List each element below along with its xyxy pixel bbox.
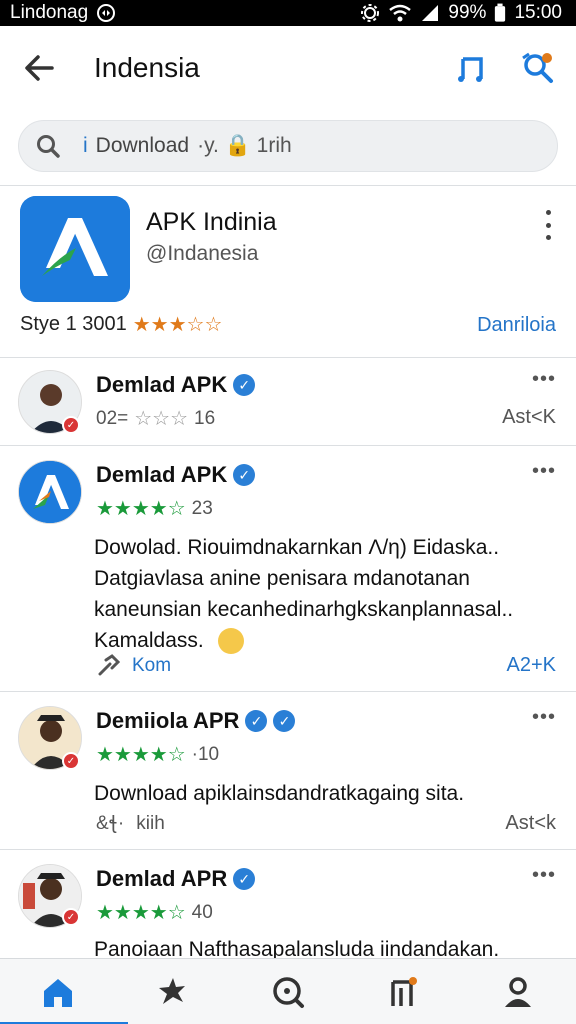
- more-horizontal-icon[interactable]: •••: [532, 368, 556, 391]
- battery-label: 99%: [448, 2, 487, 23]
- review-action[interactable]: Ast<k: [505, 812, 556, 835]
- carrier-label: Lindonag: [10, 2, 89, 23]
- status-bar: Lindonag 99% 15:00: [0, 0, 576, 26]
- search-hint: ·y. 🔒 1rih: [197, 134, 292, 157]
- search-settings-icon: [522, 52, 553, 83]
- rating-count: ·10: [191, 743, 220, 765]
- rating-count: 23: [191, 497, 213, 519]
- nav-profile[interactable]: [488, 962, 548, 1022]
- rating-stars: ★★★★☆: [96, 744, 186, 766]
- verified-icon: ✓: [233, 464, 256, 486]
- more-vertical-icon[interactable]: [538, 210, 558, 240]
- review-action[interactable]: Ast<K: [502, 406, 556, 429]
- review-footer[interactable]: &ꞎ· kiih: [96, 812, 165, 835]
- signal-icon: [422, 5, 439, 21]
- review-text: Panoiaan Nafthasapalansluda iindandakan.: [94, 938, 500, 958]
- library-icon: [391, 976, 418, 1006]
- app-meta: Stye 1 3001 ★★★☆☆: [20, 312, 222, 337]
- app-logo: [20, 196, 130, 302]
- app-rating-stars: ★★★☆☆: [132, 314, 223, 336]
- review-body: Dowolad. Riouimdnakarnkan Λ/η) Eidaska..…: [94, 536, 514, 652]
- discover-icon: [273, 976, 304, 1008]
- rating-count: 16: [194, 407, 216, 429]
- back-button[interactable]: [18, 47, 60, 89]
- review-rating: ★★★★☆ 23: [96, 496, 213, 521]
- search-prefix: i: [83, 134, 88, 157]
- reviewer-name-text: Demlad APK: [96, 372, 228, 397]
- nav-home[interactable]: [0, 962, 128, 1024]
- verified-icon: ✓: [273, 710, 296, 732]
- profile-icon: [505, 976, 532, 1007]
- more-horizontal-icon[interactable]: •••: [532, 706, 556, 729]
- app-name: APK Indinia: [146, 208, 277, 236]
- verified-icon: ✓: [233, 374, 256, 396]
- search-text: Download: [95, 134, 190, 157]
- nav-library[interactable]: [373, 962, 433, 1022]
- review-item: Demlad APK ✓ ★★★★☆ 23 ••• Dowolad. Rioui…: [0, 446, 576, 692]
- review-rating: ★★★★☆ 40: [96, 900, 213, 925]
- search-settings-button[interactable]: [516, 46, 560, 90]
- review-footer[interactable]: Kom: [96, 654, 171, 678]
- wifi-icon: [389, 4, 412, 22]
- search-area: i Download ·y. 🔒 1rih: [0, 110, 576, 186]
- reviewer-name: Demlad APK ✓: [96, 372, 256, 398]
- review-item: ✓ Demlad APR ✓ ★★★★☆ 40 ••• Panoiaan Naf…: [0, 850, 576, 958]
- reviewer-name: Demiiola APR ✓ ✓: [96, 708, 296, 734]
- review-text: Download apiklainsdandratkagaing sita.: [94, 782, 465, 805]
- review-action[interactable]: A2+K: [507, 654, 556, 677]
- page-title: Indensia: [94, 52, 200, 83]
- footer-label: kiih: [136, 812, 165, 834]
- verified-icon: ✓: [233, 868, 256, 890]
- back-arrow-icon: [25, 55, 54, 81]
- link-icon: [98, 654, 120, 676]
- nav-featured[interactable]: [143, 962, 203, 1022]
- reviewer-name-text: Demlad APK: [96, 462, 228, 487]
- search-input[interactable]: i Download ·y. 🔒 1rih: [18, 120, 558, 172]
- app-download-link[interactable]: Danriloia: [477, 314, 556, 337]
- avatar[interactable]: [18, 460, 82, 524]
- rating-text: 02=: [96, 407, 129, 429]
- review-item: ✓ Demlad APK ✓ 02= ☆☆☆ 16 ••• Ast<K: [0, 358, 576, 446]
- reviewer-name-text: Demlad APR: [96, 866, 228, 891]
- music-button[interactable]: [450, 46, 494, 90]
- footer-label: Kom: [132, 655, 172, 676]
- more-horizontal-icon[interactable]: •••: [532, 864, 556, 887]
- app-meta-text: Stye 1 3001: [20, 313, 127, 335]
- home-icon: [43, 978, 72, 1007]
- search-icon: [37, 135, 60, 158]
- time-label: 15:00: [514, 2, 562, 23]
- app-bar: Indensia: [0, 26, 576, 110]
- bottom-nav: [0, 958, 576, 1024]
- rating-stars: ★★★★☆: [96, 498, 186, 520]
- review-item: ✓ Demiiola APR ✓ ✓ ★★★★☆ ·10 ••• Downloa…: [0, 692, 576, 850]
- rating-stars: ★★★★☆: [96, 902, 186, 924]
- reviewer-name: Demlad APK ✓: [96, 462, 256, 488]
- app-logo-icon: [20, 196, 130, 302]
- rating-count: 40: [191, 901, 213, 923]
- sparkle-icon: [158, 977, 185, 1004]
- review-rating: ★★★★☆ ·10: [96, 742, 219, 767]
- avatar-badge: ✓: [62, 416, 80, 434]
- review-text: Dowolad. Riouimdnakarnkan Λ/η) Eidaska..…: [94, 532, 560, 656]
- verified-icon: ✓: [245, 710, 268, 732]
- link-icon: &ꞎ·: [96, 813, 125, 834]
- reviewer-name: Demlad APR ✓: [96, 866, 256, 892]
- featured-app-card[interactable]: APK Indinia @Indanesia Stye 1 3001 ★★★☆☆…: [0, 186, 576, 358]
- rating-stars: ☆☆☆: [134, 408, 189, 430]
- avatar-badge: ✓: [62, 752, 80, 770]
- avatar-badge: ✓: [62, 908, 80, 926]
- settings-gear-icon: [361, 4, 380, 22]
- review-rating: 02= ☆☆☆ 16: [96, 406, 215, 431]
- avatar-image: [19, 461, 81, 523]
- battery-icon: [495, 3, 506, 22]
- more-horizontal-icon[interactable]: •••: [532, 460, 556, 483]
- music-note-icon: [458, 57, 483, 82]
- app-handle: @Indanesia: [146, 242, 259, 265]
- nav-discover[interactable]: [258, 962, 318, 1022]
- sync-icon: [97, 4, 116, 22]
- content-list: APK Indinia @Indanesia Stye 1 3001 ★★★☆☆…: [0, 186, 576, 958]
- reviewer-name-text: Demiiola APR: [96, 708, 240, 733]
- emoji-icon: [217, 628, 244, 655]
